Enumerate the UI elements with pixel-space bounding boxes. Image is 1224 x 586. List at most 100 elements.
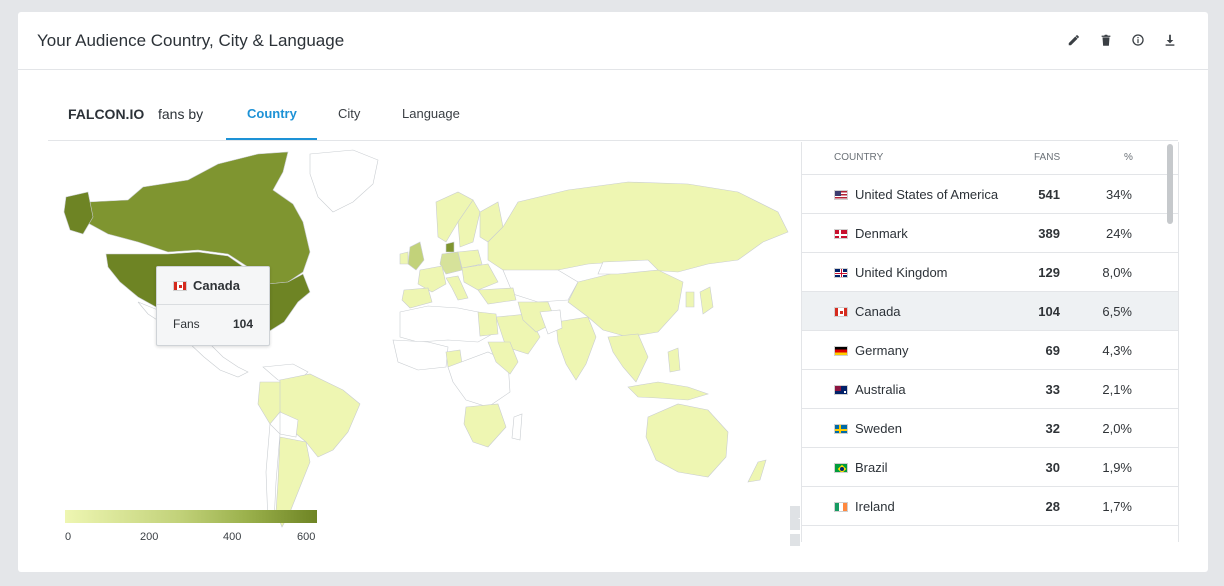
- fans-percent: 1,7%: [1102, 499, 1132, 514]
- legend-tick: 400: [223, 531, 242, 543]
- legend-gradient: [65, 510, 317, 523]
- fans-percent: 2,1%: [1102, 382, 1132, 397]
- country-table: COUNTRY FANS % United States of America …: [801, 142, 1178, 542]
- map-country-japan: [699, 286, 714, 315]
- map-country-greenland: [309, 149, 379, 213]
- fans-percent: 34%: [1105, 187, 1132, 202]
- map-country-russia: [487, 181, 789, 273]
- table-row[interactable]: United States of America 541 34%: [802, 175, 1178, 214]
- world-map[interactable]: Canada Fans 104 + -: [48, 142, 800, 546]
- brand-name: FALCON.IO: [68, 106, 145, 122]
- country-name: Denmark: [855, 226, 908, 241]
- map-country-indonesia: [627, 381, 709, 401]
- download-button[interactable]: [1162, 32, 1178, 48]
- color-legend: 0 200 400 600: [65, 510, 325, 547]
- tab-bar: FALCON.IO fans by Country City Language: [48, 82, 1178, 141]
- fans-percent: 2,0%: [1102, 421, 1132, 436]
- map-country-indochina: [607, 333, 649, 383]
- table-divider: [1178, 142, 1179, 542]
- map-country-korea: [685, 291, 695, 308]
- table-row[interactable]: Germany 69 4,3%: [802, 331, 1178, 370]
- trash-icon: [1101, 34, 1111, 46]
- table-row[interactable]: Ireland 28 1,7%: [802, 487, 1178, 526]
- column-header-pct[interactable]: %: [1124, 152, 1133, 163]
- tooltip-metric-label: Fans: [173, 317, 200, 331]
- country-name: Brazil: [855, 460, 888, 475]
- card-title: Your Audience Country, City & Language: [37, 31, 345, 50]
- map-country-philippines: [667, 347, 681, 373]
- fans-percent: 4,3%: [1102, 343, 1132, 358]
- table-row[interactable]: Sweden 32 2,0%: [802, 409, 1178, 448]
- table-header: COUNTRY FANS %: [802, 142, 1178, 174]
- map-country-uk: [407, 241, 425, 271]
- header-actions: [1066, 32, 1178, 48]
- map-tooltip: Canada Fans 104: [156, 266, 270, 346]
- pencil-icon: [1068, 35, 1079, 46]
- map-country-australia: [645, 403, 729, 478]
- fans-count: 32: [1045, 421, 1060, 436]
- info-button[interactable]: [1130, 32, 1146, 48]
- fans-percent: 1,9%: [1102, 460, 1132, 475]
- zoom-in-button[interactable]: +: [790, 506, 800, 530]
- brazil-flag-icon: [834, 463, 848, 473]
- map-country-alaska: [63, 191, 94, 235]
- map-country-spain: [401, 287, 433, 309]
- country-name: Australia: [855, 382, 906, 397]
- column-header-fans[interactable]: FANS: [1034, 152, 1060, 163]
- map-country-new-zealand: [747, 459, 767, 483]
- tooltip-header: Canada: [157, 267, 269, 305]
- map-country-denmark: [445, 241, 455, 253]
- map-country-peru: [257, 381, 281, 425]
- fans-count: 541: [1038, 187, 1060, 202]
- legend-ticks: 0 200 400 600: [65, 531, 325, 547]
- column-header-country[interactable]: COUNTRY: [834, 152, 883, 163]
- table-scrollbar[interactable]: [1163, 142, 1177, 542]
- table-row[interactable]: Australia 33 2,1%: [802, 370, 1178, 409]
- fans-percent: 6,5%: [1102, 304, 1132, 319]
- legend-tick: 0: [65, 531, 72, 543]
- country-name: Ireland: [855, 499, 895, 514]
- country-name: Germany: [855, 343, 909, 358]
- usa-flag-icon: [834, 190, 848, 200]
- fans-count: 389: [1038, 226, 1060, 241]
- tab-country[interactable]: Country: [247, 106, 297, 121]
- delete-button[interactable]: [1098, 32, 1114, 48]
- tooltip-metric-value: 104: [232, 317, 253, 331]
- map-country-south-africa: [463, 403, 507, 448]
- canada-flag-icon: [834, 307, 848, 317]
- active-tab-indicator: [226, 138, 317, 140]
- zoom-out-button[interactable]: -: [790, 534, 800, 546]
- fans-percent: 24%: [1105, 226, 1132, 241]
- audience-card: Your Audience Country, City & Language F…: [18, 12, 1208, 572]
- fans-count: 33: [1045, 382, 1060, 397]
- germany-flag-icon: [834, 346, 848, 356]
- country-name: Canada: [855, 304, 901, 319]
- fans-count: 104: [1038, 304, 1060, 319]
- tab-city[interactable]: City: [338, 106, 360, 121]
- map-country-madagascar: [511, 413, 523, 441]
- denmark-flag-icon: [834, 229, 848, 239]
- info-icon: [1132, 34, 1144, 46]
- tooltip-row: Fans 104: [157, 305, 269, 331]
- fans-count: 30: [1045, 460, 1060, 475]
- map-country-west-africa: [392, 339, 449, 371]
- scrollbar-thumb[interactable]: [1167, 144, 1173, 224]
- legend-tick: 200: [140, 531, 159, 543]
- fans-count: 69: [1045, 343, 1060, 358]
- canada-flag-icon: [173, 280, 187, 291]
- table-row[interactable]: Denmark 389 24%: [802, 214, 1178, 253]
- sweden-flag-icon: [834, 424, 848, 434]
- country-name: Sweden: [855, 421, 902, 436]
- map-country-eastern-europe: [461, 263, 499, 291]
- tab-language[interactable]: Language: [402, 106, 460, 121]
- table-row[interactable]: United Kingdom 129 8,0%: [802, 253, 1178, 292]
- legend-tick: 600: [297, 531, 316, 543]
- table-row[interactable]: Brazil 30 1,9%: [802, 448, 1178, 487]
- edit-button[interactable]: [1066, 32, 1082, 48]
- uk-flag-icon: [834, 268, 848, 278]
- table-row[interactable]: Canada 104 6,5%: [802, 292, 1178, 331]
- country-name: United Kingdom: [855, 265, 948, 280]
- fans-percent: 8,0%: [1102, 265, 1132, 280]
- australia-flag-icon: [834, 385, 848, 395]
- map-country-france: [417, 265, 447, 293]
